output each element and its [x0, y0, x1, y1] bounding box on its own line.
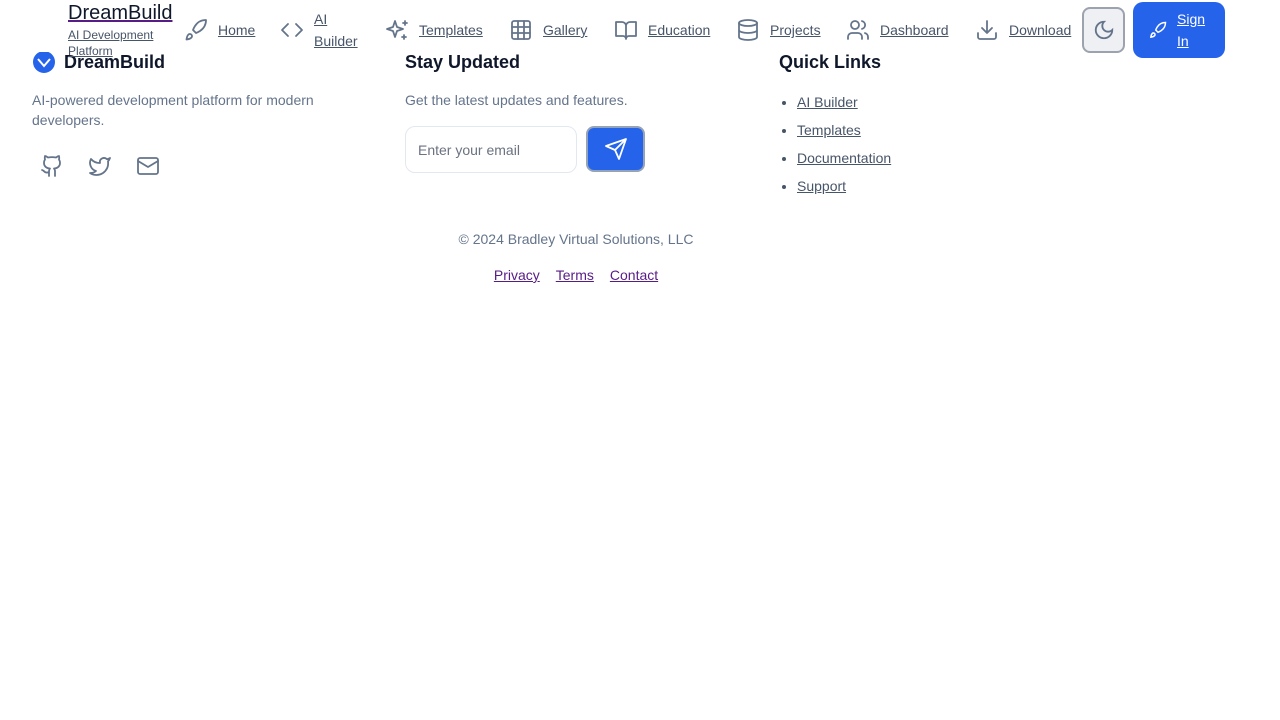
- rocket-icon: [185, 19, 207, 41]
- newsletter-title: Stay Updated: [405, 52, 521, 72]
- nav-templates[interactable]: Templates: [385, 18, 483, 42]
- logo-icon: [33, 51, 55, 73]
- book-icon: [615, 21, 637, 40]
- quick-link[interactable]: Documentation: [797, 144, 891, 172]
- users-icon: [847, 20, 869, 40]
- nav-ai-builder[interactable]: AI Builder: [280, 8, 364, 52]
- legal-links: Privacy Terms Contact: [0, 267, 1152, 283]
- terms-link[interactable]: Terms: [556, 267, 594, 283]
- quick-link[interactable]: Templates: [797, 116, 891, 144]
- quick-link[interactable]: AI Builder: [797, 88, 891, 116]
- send-icon: [604, 138, 627, 160]
- sign-in-button[interactable]: Sign In: [1133, 2, 1225, 58]
- download-icon: [977, 20, 997, 40]
- brand-title[interactable]: DreamBuild: [68, 2, 172, 25]
- brand-tagline[interactable]: AI Development Platform: [68, 27, 168, 59]
- nav-home[interactable]: Home: [184, 18, 255, 42]
- footer-description: AI-powered development platform for mode…: [32, 92, 314, 128]
- nav-dashboard[interactable]: Dashboard: [846, 18, 949, 42]
- moon-icon: [1094, 20, 1113, 40]
- brand[interactable]: DreamBuild AI Development Platform: [68, 2, 172, 59]
- quick-links-column: Quick Links AI Builder Templates Documen…: [779, 50, 891, 200]
- nav-projects[interactable]: Projects: [736, 18, 821, 42]
- twitter-icon[interactable]: [88, 154, 112, 178]
- contact-link[interactable]: Contact: [610, 267, 658, 283]
- subscribe-button[interactable]: [586, 126, 645, 172]
- newsletter-column: Stay Updated Get the latest updates and …: [405, 50, 645, 173]
- nav-download[interactable]: Download: [975, 18, 1071, 42]
- privacy-link[interactable]: Privacy: [494, 267, 540, 283]
- quick-link[interactable]: Support: [797, 172, 891, 200]
- grid-icon: [511, 20, 531, 40]
- footer-brand-column: DreamBuild AI-powered development platfo…: [32, 50, 332, 178]
- code-icon: [281, 23, 303, 37]
- mail-icon[interactable]: [136, 154, 160, 178]
- top-nav: DreamBuild AI Development Platform Home …: [0, 0, 1280, 58]
- theme-toggle-button[interactable]: [1082, 7, 1125, 53]
- quick-links-title: Quick Links: [779, 52, 882, 72]
- newsletter-text: Get the latest updates and features.: [405, 92, 628, 108]
- email-input[interactable]: Enter your email: [405, 126, 577, 173]
- rocket-icon: [1149, 21, 1167, 39]
- database-icon: [738, 19, 758, 41]
- nav-education[interactable]: Education: [614, 18, 710, 42]
- github-icon[interactable]: [40, 154, 64, 178]
- copyright: © 2024 Bradley Virtual Solutions, LLC: [458, 231, 694, 247]
- sparkles-icon: [386, 20, 408, 40]
- nav-gallery[interactable]: Gallery: [509, 18, 587, 42]
